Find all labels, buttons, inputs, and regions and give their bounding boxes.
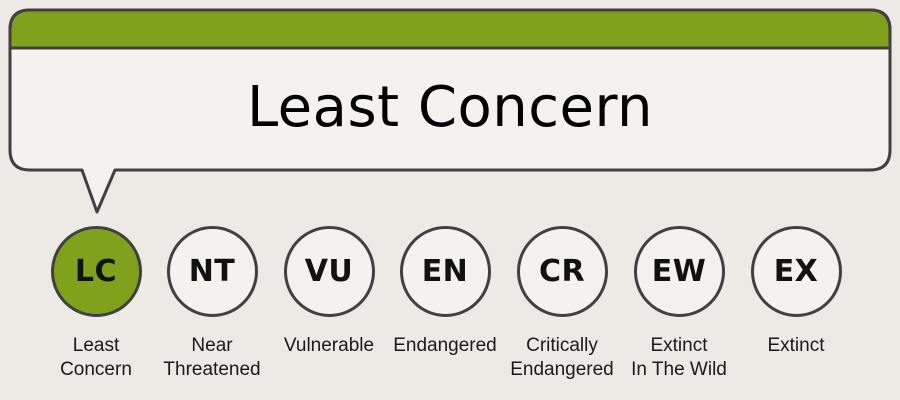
status-nt-label-line2: Threatened: [163, 359, 261, 380]
status-cr-label-line2: Endangered: [510, 359, 614, 380]
status-nt-label: Near Threatened: [163, 334, 260, 382]
status-vu-label: Vulnerable: [284, 334, 374, 358]
status-lc[interactable]: LC Least Concern: [37, 226, 155, 382]
status-vu[interactable]: VU Vulnerable: [270, 226, 388, 358]
status-cr[interactable]: CR Critically Endangered: [503, 226, 621, 382]
status-ex-label-line1: Extinct: [767, 335, 825, 356]
status-vu-label-line1: Vulnerable: [283, 335, 375, 356]
status-en-badge: EN: [399, 226, 491, 317]
status-en[interactable]: EN Endangered: [386, 226, 504, 358]
status-ew[interactable]: EW Extinct In The Wild: [620, 226, 738, 382]
status-nt[interactable]: NT Near Threatened: [153, 226, 271, 382]
status-ex[interactable]: EX Extinct: [737, 226, 855, 358]
status-selector: LC Least Concern NT Near Threatened VU V…: [0, 0, 900, 400]
status-en-label: Endangered: [393, 334, 497, 358]
status-ex-label: Extinct: [767, 334, 824, 358]
status-nt-badge: NT: [166, 226, 258, 317]
status-cr-badge: CR: [516, 226, 608, 317]
status-ew-label-line1: Extinct: [650, 335, 708, 356]
status-ew-label-line2: In The Wild: [631, 359, 727, 380]
status-nt-label-line1: Near: [191, 335, 233, 356]
status-cr-label: Critically Endangered: [510, 334, 614, 382]
status-cr-label-line1: Critically: [526, 335, 598, 356]
status-ex-badge: EX: [750, 226, 842, 317]
status-en-label-line1: Endangered: [393, 335, 497, 356]
status-lc-label: Least Concern: [60, 334, 132, 382]
status-ew-label: Extinct In The Wild: [631, 334, 727, 382]
status-vu-badge: VU: [283, 226, 375, 317]
status-lc-badge: LC: [50, 226, 142, 317]
status-ew-badge: EW: [633, 226, 725, 317]
status-lc-label-line2: Concern: [60, 359, 132, 380]
status-lc-label-line1: Least: [72, 335, 120, 356]
